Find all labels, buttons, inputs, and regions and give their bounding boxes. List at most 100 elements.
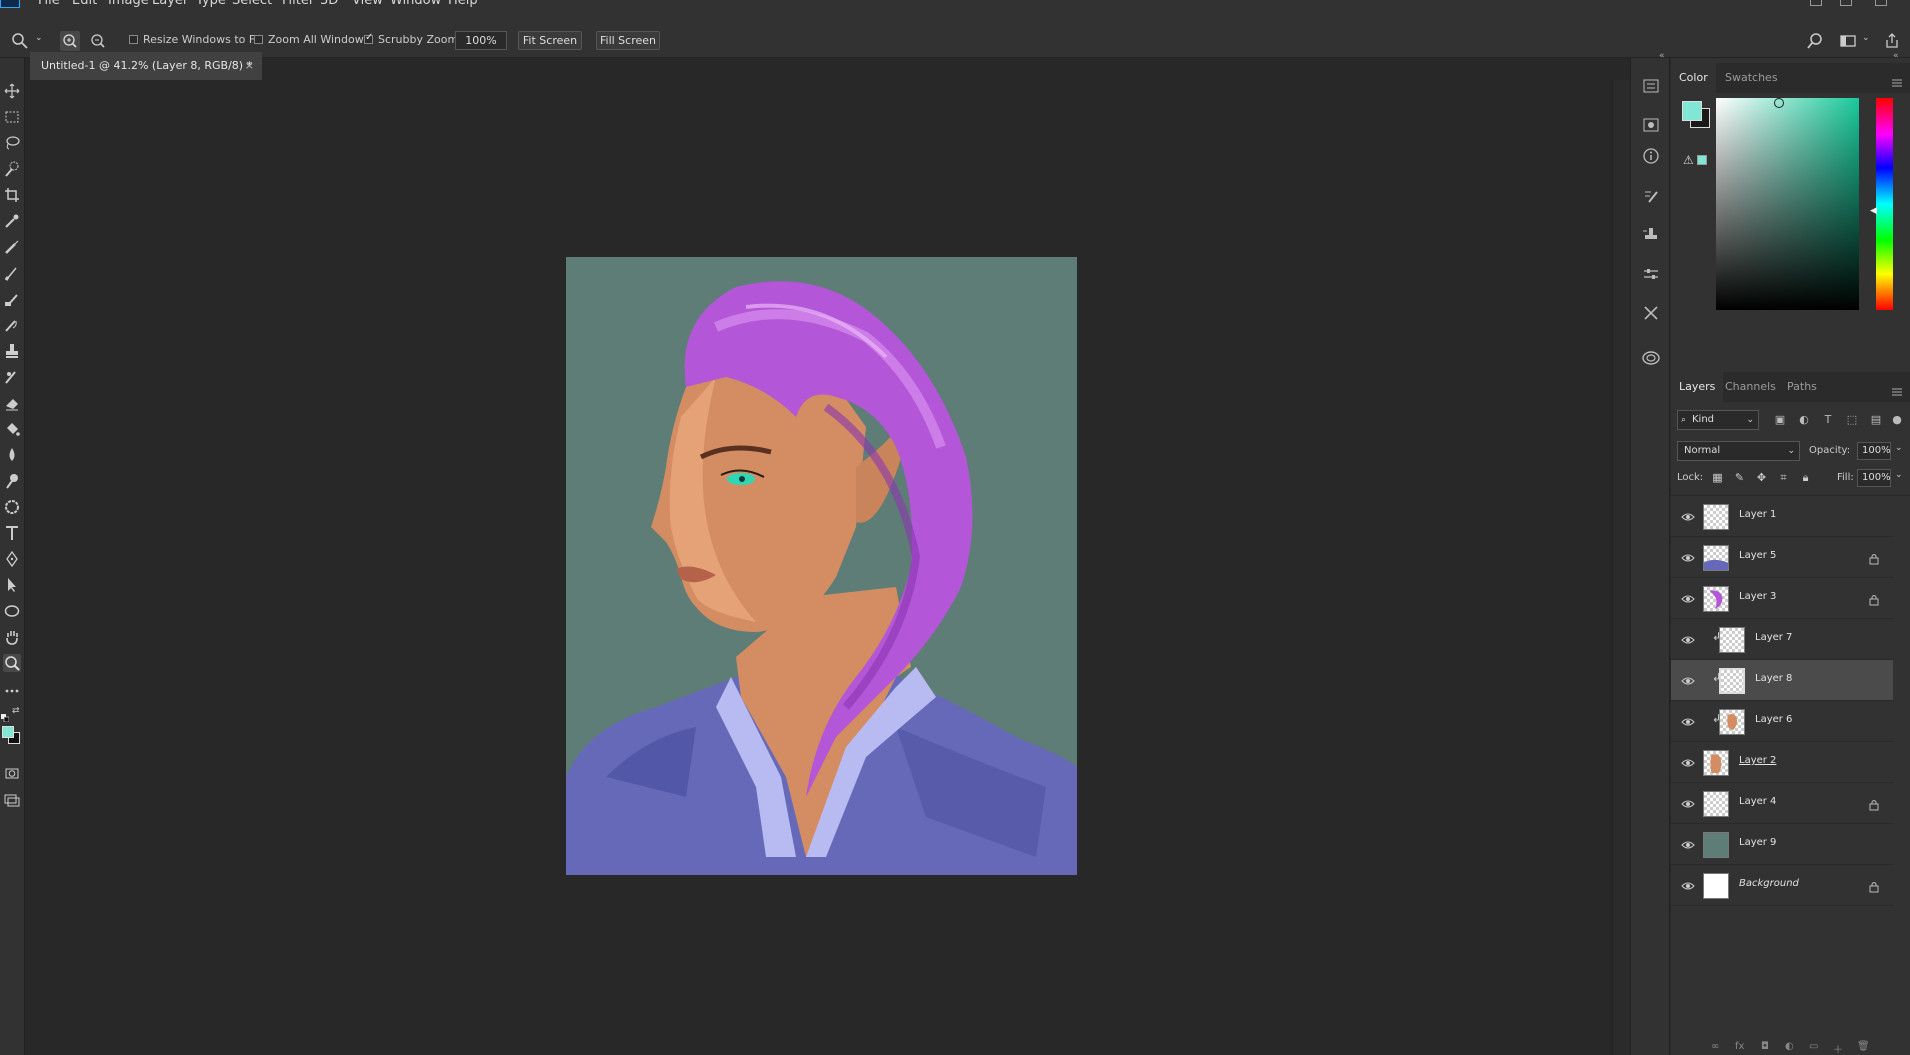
libraries-panel-icon[interactable] <box>1641 348 1661 368</box>
visibility-eye-icon[interactable] <box>1681 509 1695 523</box>
lock-image-pixels-icon[interactable]: ✎ <box>1733 471 1746 484</box>
fill-chevron-icon[interactable]: ⌄ <box>1895 470 1903 480</box>
zoom-tool-icon[interactable] <box>3 654 21 672</box>
more-tools-icon[interactable] <box>3 682 21 700</box>
visibility-eye-icon[interactable] <box>1681 714 1695 728</box>
blur-tool-icon[interactable] <box>3 446 21 464</box>
layer-row-layer-7[interactable]: ↲ Layer 7 <box>1671 619 1893 660</box>
color-picker-field[interactable] <box>1716 98 1859 310</box>
healing-brush-tool-icon[interactable] <box>3 238 21 256</box>
type-tool-icon[interactable] <box>3 524 21 542</box>
menu-layer[interactable]: Layer <box>152 0 188 8</box>
zoom-level-field[interactable]: 100% <box>455 31 507 50</box>
add-mask-icon[interactable]: ◘ <box>1761 1041 1769 1052</box>
properties-panel-icon[interactable] <box>1641 264 1661 284</box>
swap-colors-icon[interactable]: ⇄ <box>12 707 22 716</box>
link-layers-icon[interactable]: ∞ <box>1711 1041 1719 1052</box>
tab-swatches[interactable]: Swatches <box>1717 63 1786 93</box>
workspace-dropdown-icon[interactable]: ⌄ <box>1862 33 1870 43</box>
filter-smart-objects-icon[interactable]: ▤ <box>1869 413 1883 427</box>
clone-stamp-tool-icon[interactable] <box>3 290 21 308</box>
marquee-tool-icon[interactable] <box>3 108 21 126</box>
lock-all-icon[interactable]: 🔒︎ <box>1799 471 1812 484</box>
pen-tool-icon[interactable] <box>3 550 21 568</box>
tab-layers[interactable]: Layers <box>1671 372 1724 402</box>
document-tab[interactable]: Untitled-1 @ 41.2% (Layer 8, RGB/8) * × <box>30 52 262 80</box>
default-colors-icon[interactable] <box>1 707 10 723</box>
art-history-brush-icon[interactable] <box>3 368 21 386</box>
smudge-tool-icon[interactable] <box>3 498 21 516</box>
quick-select-tool-icon[interactable] <box>3 160 21 178</box>
menu-filter[interactable]: Filter <box>282 0 314 8</box>
layers-panel-menu-icon[interactable] <box>1892 382 1902 396</box>
layer-row-layer-8[interactable]: ↲ Layer 8 <box>1671 660 1893 701</box>
brush-tool-icon[interactable] <box>3 264 21 282</box>
info-panel-icon[interactable] <box>1641 146 1661 166</box>
brush-settings-icon[interactable] <box>1641 186 1661 206</box>
screen-mode-icon[interactable] <box>3 790 21 808</box>
out-of-gamut-warning-icon[interactable]: ⚠ <box>1683 153 1694 167</box>
visibility-eye-icon[interactable] <box>1681 632 1695 646</box>
eraser-tool-icon[interactable] <box>3 394 21 412</box>
visibility-eye-icon[interactable] <box>1681 673 1695 687</box>
visibility-eye-icon[interactable] <box>1681 796 1695 810</box>
photoshop-logo-icon[interactable] <box>0 0 20 8</box>
menu-type[interactable]: Type <box>196 0 226 8</box>
zoom-all-windows-checkbox[interactable] <box>254 35 263 44</box>
menu-file[interactable]: File <box>38 0 60 8</box>
opacity-field[interactable]: 100% <box>1857 442 1891 460</box>
lock-position-icon[interactable]: ✥ <box>1755 471 1768 484</box>
hue-slider[interactable] <box>1876 98 1893 310</box>
history-panel-icon[interactable] <box>1641 76 1661 96</box>
foreground-color-swatch[interactable] <box>2 726 14 738</box>
collapse-panels-icon[interactable]: « <box>1893 51 1899 61</box>
adjustments-panel-icon[interactable] <box>1641 115 1661 135</box>
stamp-tool-icon[interactable] <box>3 342 21 360</box>
visibility-eye-icon[interactable] <box>1681 878 1695 892</box>
menu-view[interactable]: View <box>352 0 383 8</box>
maximize-button[interactable] <box>1840 0 1852 6</box>
layer-row-layer-2[interactable]: Layer 2 <box>1671 742 1893 783</box>
collapse-dock-icon[interactable]: « <box>1659 51 1665 61</box>
visibility-eye-icon[interactable] <box>1681 837 1695 851</box>
visibility-eye-icon[interactable] <box>1681 591 1695 605</box>
zoom-tool-preset-icon[interactable] <box>10 31 30 51</box>
tool-presets-icon[interactable] <box>1641 303 1661 323</box>
clone-source-icon[interactable] <box>1641 225 1661 245</box>
menu-edit[interactable]: Edit <box>72 0 97 8</box>
layer-row-layer-1[interactable]: Layer 1 <box>1671 496 1893 537</box>
new-group-icon[interactable]: ▭ <box>1809 1041 1818 1052</box>
quick-mask-icon[interactable] <box>3 764 21 782</box>
ellipse-tool-icon[interactable] <box>3 602 21 620</box>
layer-row-layer-6[interactable]: ↲ Layer 6 <box>1671 701 1893 742</box>
new-layer-icon[interactable]: ＋ <box>1833 1041 1843 1055</box>
filter-shape-layers-icon[interactable]: ⬚ <box>1845 413 1859 427</box>
paint-bucket-tool-icon[interactable] <box>3 420 21 438</box>
resize-windows-checkbox[interactable] <box>129 35 138 44</box>
fill-screen-button[interactable]: Fill Screen <box>596 31 660 50</box>
menu-help[interactable]: Help <box>448 0 478 8</box>
lock-artboard-icon[interactable]: ⌗ <box>1777 471 1790 484</box>
websafe-color-swatch[interactable] <box>1697 155 1707 165</box>
filter-toggle-icon[interactable]: ● <box>1890 413 1904 427</box>
layer-style-icon[interactable]: fx <box>1735 1041 1744 1052</box>
history-brush-tool-icon[interactable] <box>3 316 21 334</box>
vertical-scrollbar[interactable] <box>1612 80 1630 1055</box>
path-select-tool-icon[interactable] <box>3 576 21 594</box>
scrubby-zoom-checkbox[interactable] <box>364 32 373 44</box>
search-icon[interactable] <box>1806 31 1826 51</box>
visibility-eye-icon[interactable] <box>1681 550 1695 564</box>
preset-dropdown-arrow-icon[interactable]: ⌄ <box>35 33 43 43</box>
lasso-tool-icon[interactable] <box>3 134 21 152</box>
blend-mode-select[interactable]: Normal ⌄ <box>1677 441 1800 461</box>
workspace-icon[interactable] <box>1838 31 1858 51</box>
zoom-out-icon[interactable] <box>88 31 108 51</box>
color-panel-foreground-swatch[interactable] <box>1682 101 1702 121</box>
menu-image[interactable]: Image <box>108 0 149 8</box>
tab-paths[interactable]: Paths <box>1779 372 1825 402</box>
minimize-button[interactable] <box>1810 0 1822 6</box>
fit-screen-button[interactable]: Fit Screen <box>518 31 582 50</box>
tab-channels[interactable]: Channels <box>1717 372 1784 402</box>
opacity-chevron-icon[interactable]: ⌄ <box>1895 443 1903 453</box>
menu-select[interactable]: Select <box>232 0 272 8</box>
